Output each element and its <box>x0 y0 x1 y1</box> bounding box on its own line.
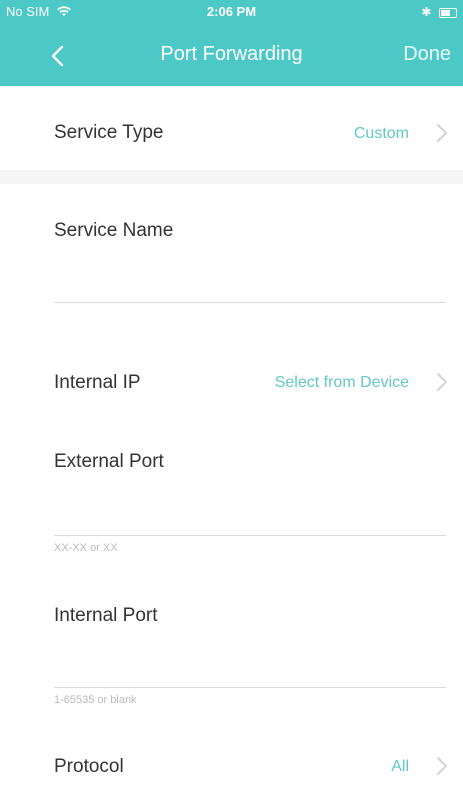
status-time: 2:06 PM <box>206 4 257 19</box>
internal-port-label: Internal Port <box>54 605 158 626</box>
section-gap <box>0 170 463 184</box>
chevron-right-icon <box>437 373 447 391</box>
external-port-underline <box>54 535 446 536</box>
chevron-right-icon <box>437 757 447 775</box>
internal-port-input[interactable] <box>54 648 450 682</box>
top-bar: No SIM 2:06 PM ✱ Port Forwarding Done <box>0 0 463 86</box>
service-name-underline <box>54 302 446 303</box>
external-port-input[interactable] <box>54 496 450 530</box>
external-port-hint: XX-XX or XX <box>54 542 118 554</box>
battery-icon <box>439 7 457 18</box>
internal-ip-label: Internal IP <box>54 372 141 393</box>
internal-ip-value: Select from Device <box>274 374 409 391</box>
service-name-input[interactable] <box>54 262 450 296</box>
internal-port-underline <box>54 687 446 688</box>
done-button[interactable]: Done <box>403 43 451 66</box>
protocol-row[interactable]: Protocol All <box>0 744 463 790</box>
page-title: Port Forwarding <box>160 43 303 65</box>
bluetooth-icon: ✱ <box>421 5 432 19</box>
service-name-label: Service Name <box>54 220 174 241</box>
external-port-label: External Port <box>54 451 164 472</box>
chevron-right-icon <box>437 124 447 142</box>
service-type-value: Custom <box>353 125 409 142</box>
protocol-label: Protocol <box>54 756 124 777</box>
internal-ip-row[interactable]: Internal IP Select from Device <box>0 360 463 406</box>
nav-bar: Port Forwarding Done <box>0 26 463 86</box>
service-type-row[interactable]: Service Type Custom <box>0 86 463 174</box>
service-type-label: Service Type <box>54 122 164 143</box>
protocol-value: All <box>391 758 409 775</box>
status-right: ✱ <box>421 4 457 19</box>
internal-port-hint: 1-65535 or blank <box>54 694 137 706</box>
status-bar: No SIM 2:06 PM ✱ <box>0 0 463 22</box>
